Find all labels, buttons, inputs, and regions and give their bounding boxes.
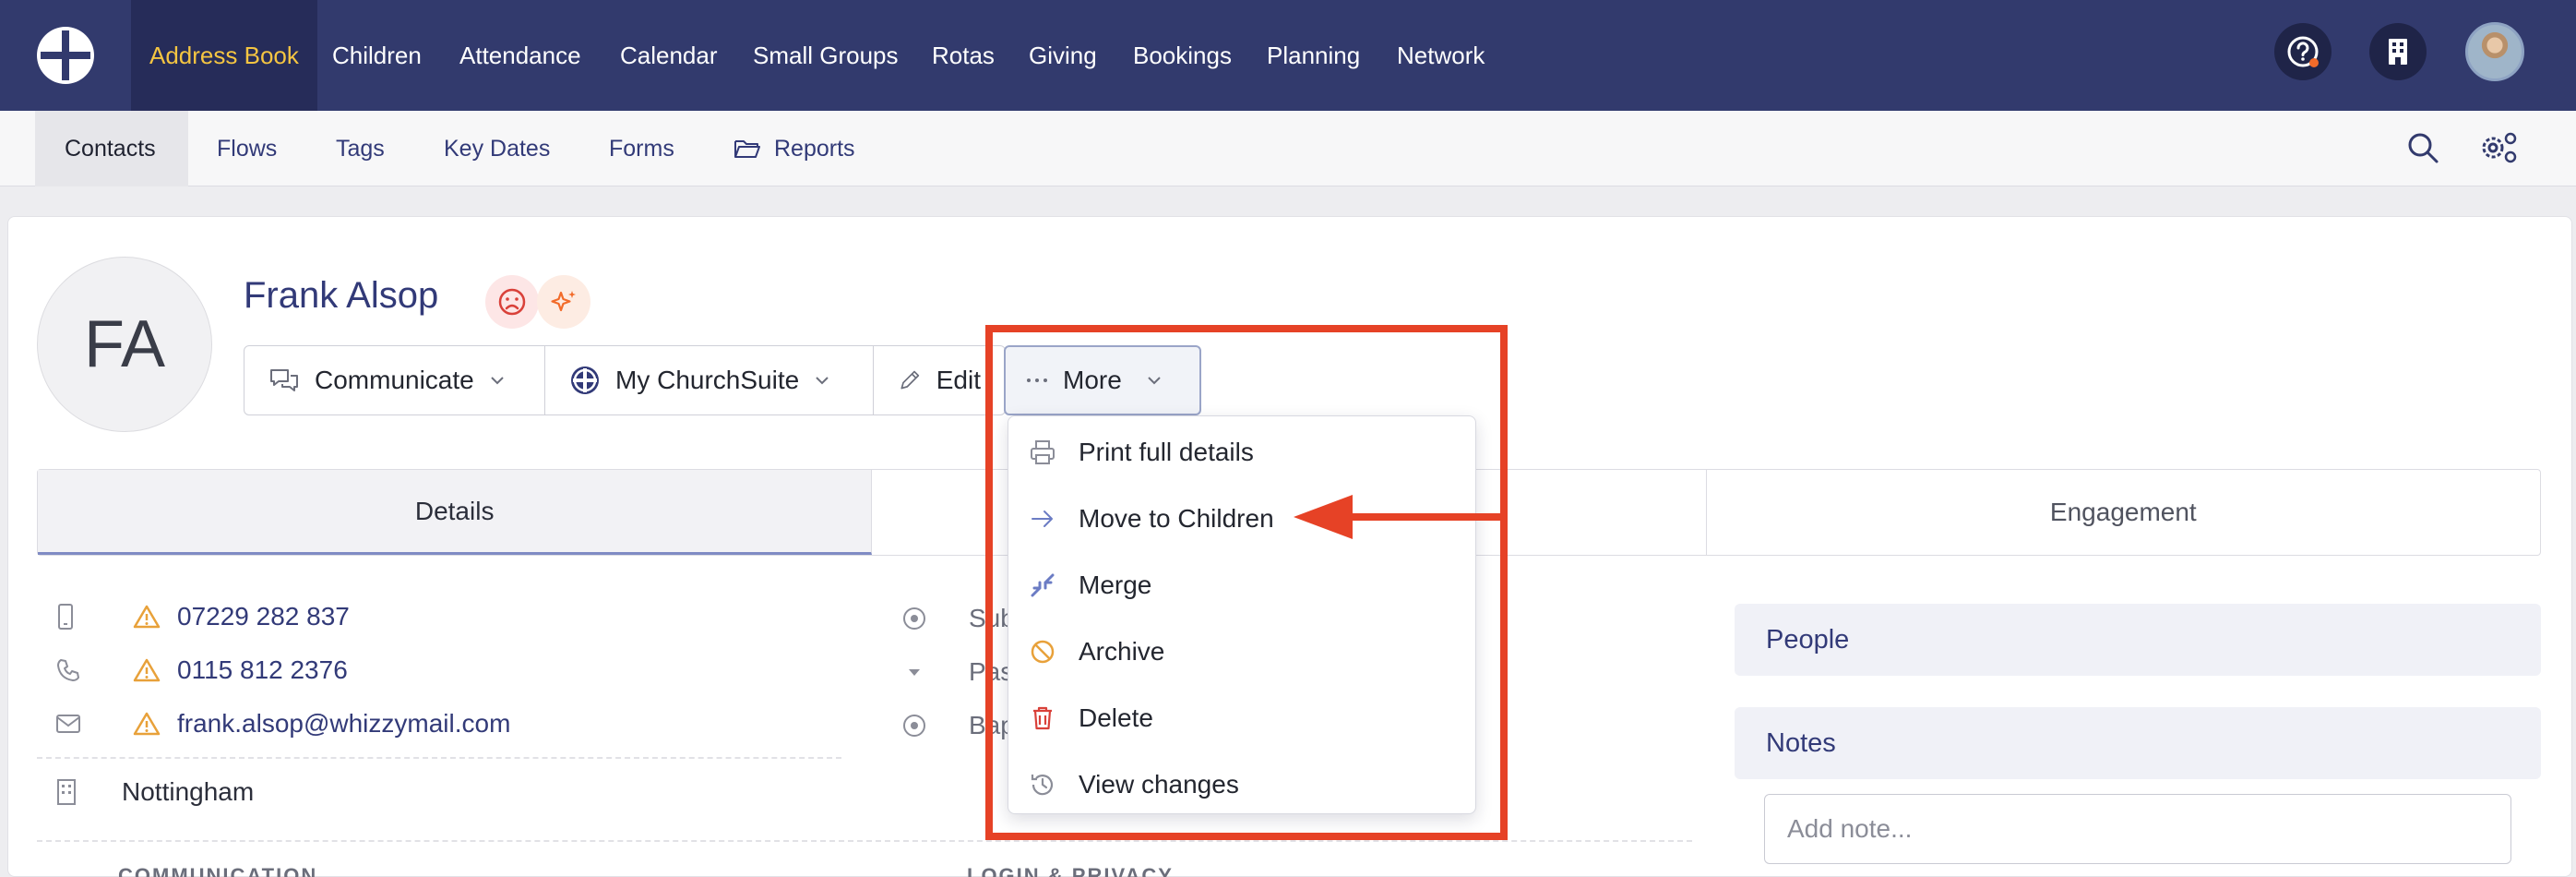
divider xyxy=(37,757,841,759)
subnav-reports-label: Reports xyxy=(774,135,855,162)
gears-icon xyxy=(2482,132,2517,163)
phone-number[interactable]: 0115 812 2376 xyxy=(177,655,348,685)
location-row: Nottingham xyxy=(55,777,254,807)
folder-open-icon xyxy=(734,140,760,158)
tab-details[interactable]: Details xyxy=(38,470,873,555)
churchsuite-icon xyxy=(571,366,599,394)
nav-planning[interactable]: Planning xyxy=(1267,0,1360,111)
sad-face-icon xyxy=(498,288,526,316)
email-row: frank.alsop@whizzymail.com xyxy=(55,709,510,739)
mychurchsuite-label: My ChurchSuite xyxy=(615,366,800,394)
chat-bubbles-icon xyxy=(270,369,298,391)
organisation-button[interactable] xyxy=(2369,23,2427,80)
radio-icon xyxy=(903,607,925,630)
settings-button[interactable] xyxy=(2478,129,2519,171)
phone-row: 0115 812 2376 xyxy=(55,655,348,685)
section-communication: COMMUNICATION xyxy=(118,864,318,877)
search-button[interactable] xyxy=(2406,131,2439,169)
contact-avatar: FA xyxy=(37,257,212,432)
nav-children[interactable]: Children xyxy=(332,0,422,111)
sparkles-icon xyxy=(551,291,576,312)
nav-small-groups[interactable]: Small Groups xyxy=(753,0,899,111)
warning-icon xyxy=(133,658,161,682)
location-text: Nottingham xyxy=(122,777,255,806)
help-icon xyxy=(2287,36,2319,67)
sparkle-badge[interactable] xyxy=(537,275,590,329)
nav-network[interactable]: Network xyxy=(1397,0,1485,111)
communicate-label: Communicate xyxy=(315,366,474,394)
user-avatar[interactable] xyxy=(2465,22,2524,81)
top-navigation: Address Book Children Attendance Calenda… xyxy=(0,0,2576,111)
building-icon xyxy=(2389,39,2407,65)
pencil-icon xyxy=(900,370,920,390)
nav-bookings[interactable]: Bookings xyxy=(1133,0,1232,111)
subnav-reports[interactable]: Reports xyxy=(733,111,855,186)
envelope-icon xyxy=(56,715,80,733)
add-note-input[interactable] xyxy=(1764,794,2511,864)
subnav-forms[interactable]: Forms xyxy=(609,111,674,186)
caret-down-icon xyxy=(909,669,920,676)
sub-navigation: Contacts Flows Tags Key Dates Forms Repo… xyxy=(0,111,2576,186)
chevron-down-icon xyxy=(491,377,504,385)
chevron-down-icon xyxy=(816,377,829,385)
notes-card[interactable]: Notes xyxy=(1735,707,2541,779)
mobile-phone-icon xyxy=(58,604,73,630)
nav-address-book[interactable]: Address Book xyxy=(131,0,317,111)
nav-calendar[interactable]: Calendar xyxy=(620,0,718,111)
mobile-number[interactable]: 07229 282 837 xyxy=(177,602,350,631)
nav-giving[interactable]: Giving xyxy=(1029,0,1097,111)
subnav-contacts[interactable]: Contacts xyxy=(35,111,188,186)
subnav-flows[interactable]: Flows xyxy=(217,111,277,186)
mobile-row: 07229 282 837 xyxy=(55,602,350,631)
phone-icon xyxy=(57,659,79,681)
communicate-button[interactable]: Communicate xyxy=(244,346,545,414)
sad-badge[interactable] xyxy=(485,275,539,329)
nav-attendance[interactable]: Attendance xyxy=(459,0,581,111)
churchsuite-logo[interactable] xyxy=(0,0,131,111)
help-button[interactable] xyxy=(2274,23,2332,80)
contact-name: Frank Alsop xyxy=(244,275,439,316)
divider xyxy=(37,840,1692,842)
contact-actions: Communicate My ChurchSuite Edit xyxy=(244,345,1006,415)
section-login-privacy: LOGIN & PRIVACY xyxy=(967,864,1174,877)
edit-label: Edit xyxy=(936,366,981,394)
people-card[interactable]: People xyxy=(1735,604,2541,676)
tab-engagement[interactable]: Engagement xyxy=(1707,470,2540,555)
warning-icon xyxy=(133,712,161,736)
annotation-arrow-icon xyxy=(1294,495,1508,539)
subnav-tags[interactable]: Tags xyxy=(336,111,385,186)
subnav-key-dates[interactable]: Key Dates xyxy=(444,111,550,186)
annotation-highlight-box xyxy=(985,325,1508,840)
search-icon xyxy=(2408,133,2439,163)
radio-icon xyxy=(903,715,925,737)
nav-rotas[interactable]: Rotas xyxy=(932,0,995,111)
logo-icon xyxy=(37,27,94,84)
warning-icon xyxy=(133,605,161,629)
building-icon xyxy=(57,779,76,805)
mychurchsuite-button[interactable]: My ChurchSuite xyxy=(545,346,874,414)
email-address[interactable]: frank.alsop@whizzymail.com xyxy=(177,709,510,739)
